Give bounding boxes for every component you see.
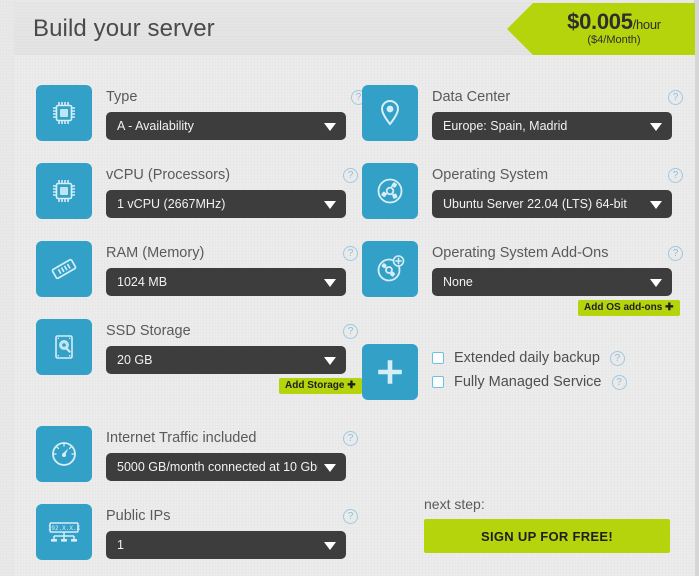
field-label: SSD Storage [106,323,191,339]
add-os-addons-button[interactable]: Add OS add-ons ✚ [578,300,680,316]
internet-traffic-select[interactable]: 5000 GB/month connected at 10 Gbit/... [106,453,346,481]
svg-text:192.X.X.X: 192.X.X.X [48,525,81,532]
field-label: Public IPs [106,508,171,524]
field-label: RAM (Memory) [106,245,205,261]
page-header: Build your server $0.005/hour ($4/Month) [14,3,695,55]
ssd-storage-select[interactable]: 20 GB [106,346,346,374]
vcpu-select-value: 1 vCPU (2667MHz) [117,197,226,211]
data-center-select-value: Europe: Spain, Madrid [443,119,568,133]
chevron-down-icon [324,357,336,365]
price-banner: $0.005/hour ($4/Month) [507,3,695,55]
field-label: Operating System [432,167,549,183]
help-icon[interactable]: ? [609,350,625,366]
speedometer-icon [36,426,92,482]
disc-icon [362,163,418,219]
cpu-chip-icon [36,85,92,141]
chevron-down-icon [324,201,336,209]
ssd-storage-select-value: 20 GB [117,353,153,367]
ram-select-value: 1024 MB [117,275,168,289]
help-icon[interactable]: ? [343,509,358,524]
data-center-select[interactable]: Europe: Spain, Madrid [432,112,672,140]
page-title: Build your server [33,15,215,42]
extended-daily-backup-label: Extended daily backup [454,350,600,366]
help-icon[interactable]: ? [343,431,358,446]
os-addons-select-value: None [443,275,473,289]
plus-icon [362,344,418,400]
operating-system-select-value: Ubuntu Server 22.04 (LTS) 64-bit [443,197,627,211]
os-addons-select[interactable]: None [432,268,672,296]
type-select-value: A - Availability [117,119,194,133]
server-configurator-page: Build your server $0.005/hour ($4/Month) [0,0,699,576]
location-pin-icon [362,85,418,141]
public-ips-select[interactable]: 1 [106,531,346,559]
help-icon[interactable]: ? [611,374,627,390]
field-label: Operating System Add-Ons [432,245,609,261]
disc-plus-icon [362,241,418,297]
help-icon[interactable]: ? [343,324,358,339]
chevron-down-icon [324,542,336,550]
chevron-down-icon [650,123,662,131]
chevron-down-icon [650,201,662,209]
fully-managed-service-row[interactable]: Fully Managed Service ? [432,371,627,393]
configurator-body: Type ? A - Availability vCPU (Processors… [14,55,695,576]
price-amount: $0.005 [567,9,633,34]
chevron-down-icon [324,123,336,131]
next-step-label: next step: [424,496,485,512]
sign-up-button[interactable]: SIGN UP FOR FREE! [424,519,670,553]
price-amount-line: $0.005/hour [533,9,695,35]
add-storage-button[interactable]: Add Storage ✚ [279,378,362,394]
fully-managed-service-label: Fully Managed Service [454,374,602,390]
chevron-down-icon [324,279,336,287]
chevron-down-icon [650,279,662,287]
operating-system-select[interactable]: Ubuntu Server 22.04 (LTS) 64-bit [432,190,672,218]
public-ips-select-value: 1 [117,538,124,552]
ip-address-icon: 192.X.X.X [36,504,92,560]
field-label: vCPU (Processors) [106,167,231,183]
help-icon[interactable]: ? [343,246,358,261]
field-label: Data Center [432,89,511,105]
internet-traffic-select-value: 5000 GB/month connected at 10 Gbit/... [117,460,318,474]
help-icon[interactable]: ? [668,246,683,261]
chevron-down-icon [324,464,336,472]
extended-daily-backup-checkbox[interactable] [432,352,444,364]
ram-module-icon [36,241,92,297]
help-icon[interactable]: ? [668,168,683,183]
help-icon[interactable]: ? [343,168,358,183]
cpu-chip-icon [36,163,92,219]
fully-managed-service-checkbox[interactable] [432,376,444,388]
price-monthly: ($4/Month) [587,34,641,46]
price-unit: /hour [632,17,661,32]
type-select[interactable]: A - Availability [106,112,346,140]
field-label: Internet Traffic included [106,430,257,446]
help-icon[interactable]: ? [668,90,683,105]
field-label: Type [106,89,138,105]
vcpu-select[interactable]: 1 vCPU (2667MHz) [106,190,346,218]
ram-select[interactable]: 1024 MB [106,268,346,296]
hard-drive-icon [36,319,92,375]
extended-daily-backup-row[interactable]: Extended daily backup ? [432,347,625,369]
